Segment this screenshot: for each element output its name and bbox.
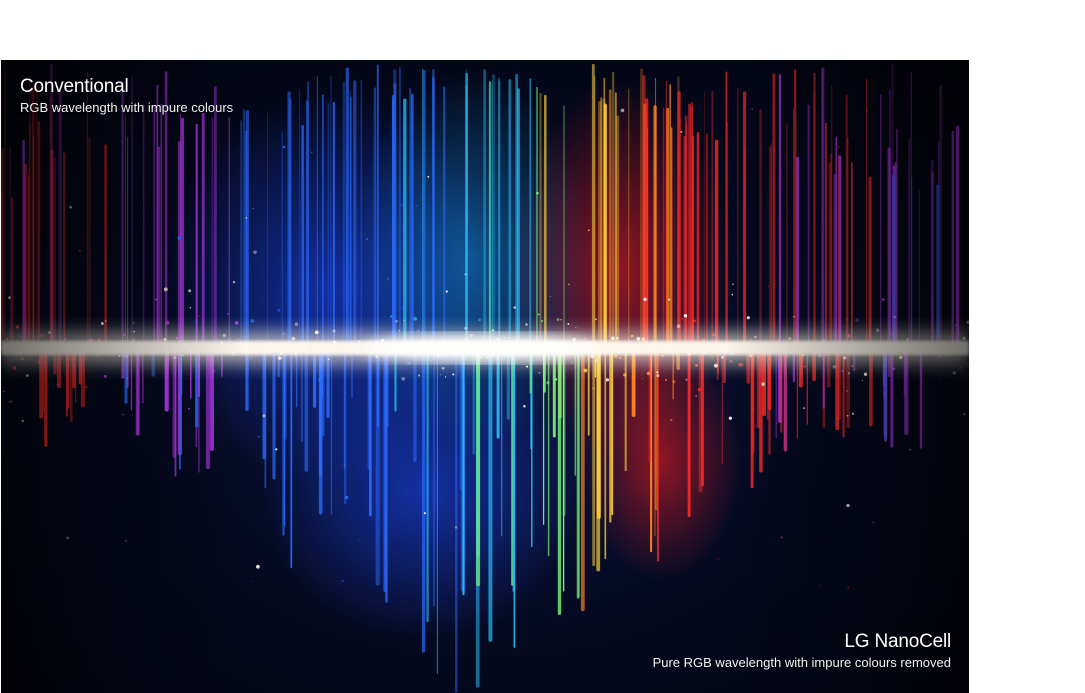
- spectrum-visual: [1, 60, 969, 693]
- nanocell-title: LG NanoCell: [844, 631, 951, 652]
- spectrum-image: Conventional RGB wavelength with impure …: [1, 60, 969, 693]
- horizontal-glow-band: [1, 60, 969, 693]
- nanocell-caption: LG NanoCell Pure RGB wavelength with imp…: [652, 630, 952, 671]
- conventional-caption: Conventional RGB wavelength with impure …: [20, 75, 233, 116]
- nanocell-subtitle: Pure RGB wavelength with impure colours …: [652, 655, 951, 670]
- conventional-subtitle: RGB wavelength with impure colours: [20, 100, 234, 115]
- conventional-title: Conventional: [20, 76, 129, 97]
